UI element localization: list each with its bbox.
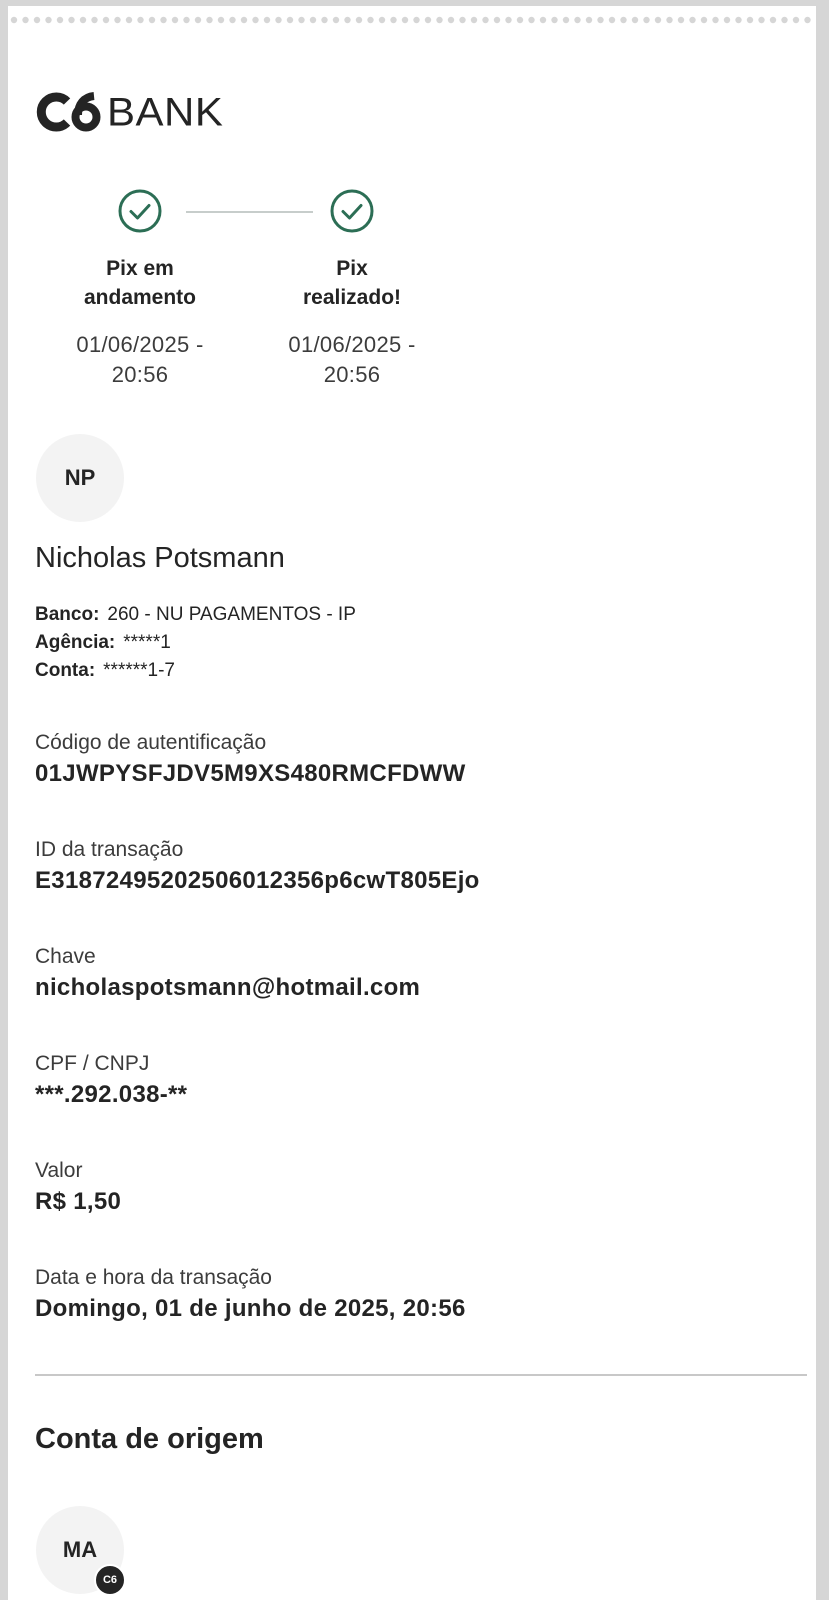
step-pix-in-progress: Pix em andamento 01/06/2025 - 20:56 — [34, 188, 246, 390]
step-date: 01/06/2025 - 20:56 — [288, 332, 416, 387]
step-title: Pix realizado! — [302, 257, 402, 309]
amount-field: Valor R$ 1,50 — [35, 1159, 122, 1215]
origin-avatar: MA C6 — [36, 1506, 126, 1596]
cpf-cnpj-field: CPF / CNPJ ***.292.038-** — [35, 1052, 188, 1108]
check-circle-icon — [330, 189, 374, 233]
origin-initials: MA — [62, 1537, 98, 1562]
section-divider — [35, 1374, 807, 1376]
recipient-bank-details: Banco: 260 - NU PAGAMENTOS - IP Agência: *… — [35, 601, 356, 685]
c6-bank-logo: BANK — [34, 92, 223, 132]
transaction-datetime-field: Data e hora da transação Domingo, 01 de … — [35, 1266, 466, 1322]
receipt-card: BANK Pix em andamento 01/06/2025 - 20:56… — [8, 0, 816, 1600]
recipient-name: Nicholas Potsmann — [35, 542, 285, 574]
c6-badge-icon: C6 — [94, 1564, 126, 1596]
c6-logo-mark — [36, 92, 101, 132]
bank-row: Banco: 260 - NU PAGAMENTOS - IP — [35, 604, 356, 625]
receipt-zigzag-edge — [8, 0, 816, 26]
recipient-avatar: NP — [36, 434, 124, 522]
account-row: Conta: ******1-7 — [35, 660, 175, 681]
pix-key-field: Chave nicholaspotsmann@hotmail.com — [35, 945, 421, 1001]
origin-account-title: Conta de origem — [35, 1423, 264, 1455]
step-pix-completed: Pix realizado! 01/06/2025 - 20:56 — [246, 188, 458, 390]
step-date: 01/06/2025 - 20:56 — [76, 332, 204, 387]
check-circle-icon — [118, 189, 162, 233]
agency-row: Agência: *****1 — [35, 632, 171, 653]
transaction-id-field: ID da transação E31872495202506012356p6c… — [35, 838, 480, 894]
auth-code-field: Código de autentificação 01JWPYSFJDV5M9X… — [35, 731, 466, 787]
logo-wordmark: BANK — [107, 89, 224, 134]
step-title: Pix em andamento — [83, 257, 196, 309]
